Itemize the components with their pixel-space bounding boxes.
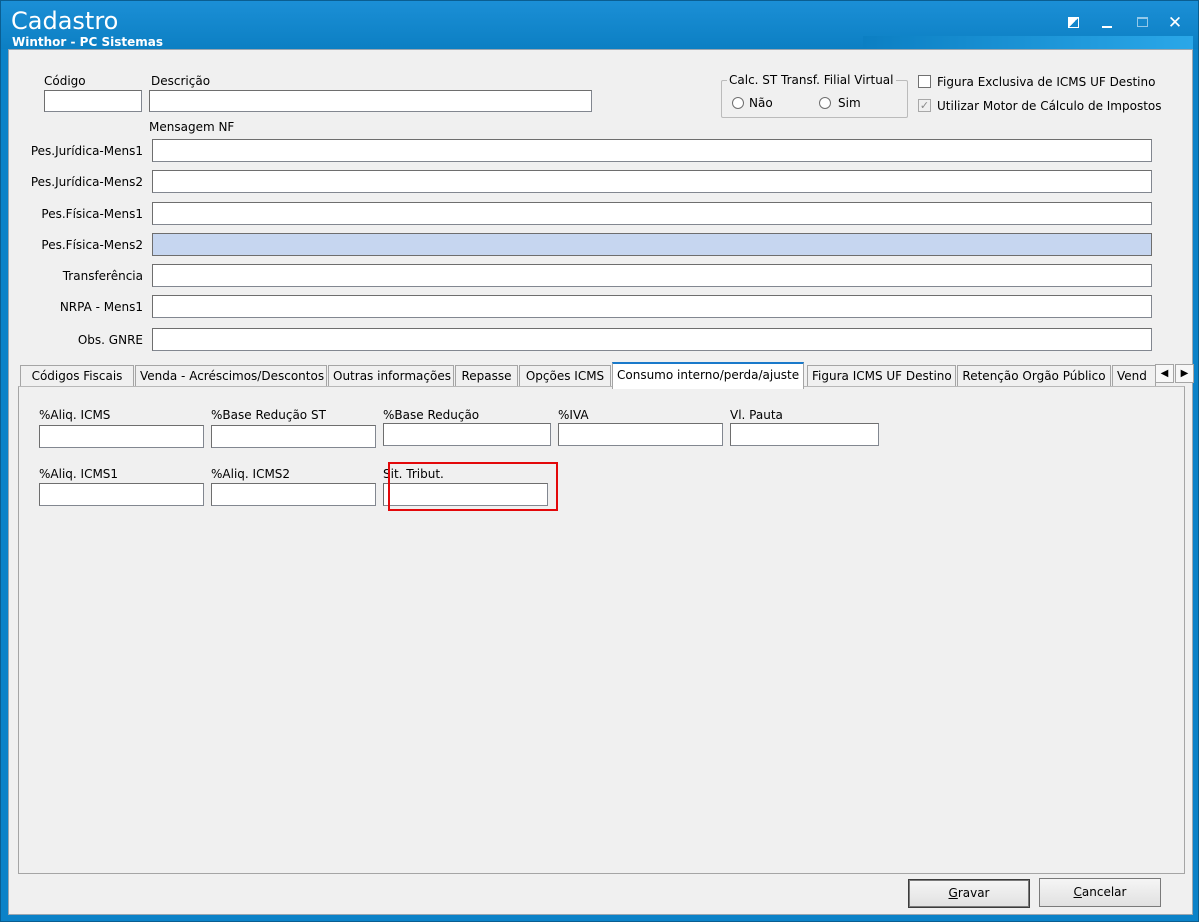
- iva-input[interactable]: [558, 423, 723, 446]
- tab-scroll-left-button[interactable]: ◀: [1155, 364, 1174, 383]
- tab-opcoes-icms[interactable]: Opções ICMS: [519, 365, 611, 388]
- gravar-button[interactable]: Gravar: [908, 879, 1030, 908]
- maximize-icon: [1137, 17, 1148, 27]
- aliq-icms1-input[interactable]: [39, 483, 204, 506]
- transferencia-label: Transferência: [62, 269, 143, 283]
- pf-mens2-input[interactable]: [152, 233, 1152, 256]
- base-reducao-st-label: %Base Redução ST: [211, 408, 326, 422]
- pf-mens2-label: Pes.Física-Mens2: [41, 238, 143, 252]
- aliq-icms-label: %Aliq. ICMS: [39, 408, 111, 422]
- minimize-button[interactable]: [1101, 15, 1117, 31]
- aliq-icms1-label: %Aliq. ICMS1: [39, 467, 119, 481]
- descricao-label: Descrição: [151, 74, 211, 88]
- utilizar-motor-label: Utilizar Motor de Cálculo de Impostos: [937, 99, 1162, 113]
- pj-mens2-label: Pes.Jurídica-Mens2: [30, 175, 143, 189]
- maximize-button[interactable]: [1136, 15, 1152, 31]
- iva-label: %IVA: [558, 408, 589, 422]
- figura-exclusiva-label: Figura Exclusiva de ICMS UF Destino: [937, 75, 1156, 89]
- utilizar-motor-checkbox[interactable]: ✓: [918, 99, 931, 112]
- title-bar[interactable]: Cadastro Winthor - PC Sistemas ✕: [1, 1, 1198, 49]
- vl-pauta-label: Vl. Pauta: [730, 408, 783, 422]
- base-reducao-label: %Base Redução: [383, 408, 480, 422]
- aliq-icms2-label: %Aliq. ICMS2: [211, 467, 291, 481]
- sit-tribut-input[interactable]: [383, 483, 548, 506]
- window-subtitle: Winthor - PC Sistemas: [12, 35, 163, 49]
- codigo-label: Código: [44, 74, 86, 88]
- pj-mens1-input[interactable]: [152, 139, 1152, 162]
- restore-icon: [1068, 17, 1079, 28]
- radio-sim-label: Sim: [838, 96, 861, 110]
- cancelar-label: ancelar: [1081, 885, 1127, 899]
- aliq-icms-input[interactable]: [39, 425, 204, 448]
- minimize-icon: [1102, 26, 1112, 28]
- checkmark-icon: ✓: [919, 99, 930, 112]
- obs-gnre-input[interactable]: [152, 328, 1152, 351]
- transferencia-input[interactable]: [152, 264, 1152, 287]
- cancelar-mnemonic: C: [1073, 885, 1082, 899]
- aliq-icms2-input[interactable]: [211, 483, 376, 506]
- mensagem-nf-label: Mensagem NF: [149, 120, 235, 134]
- nrpa-mens1-label: NRPA - Mens1: [59, 300, 143, 314]
- gravar-label: ravar: [957, 886, 990, 900]
- codigo-input[interactable]: [44, 90, 142, 112]
- vl-pauta-input[interactable]: [730, 423, 879, 446]
- radio-nao-label: Não: [749, 96, 773, 110]
- app-window: Cadastro Winthor - PC Sistemas ✕ Código …: [0, 0, 1199, 922]
- radio-sim[interactable]: [819, 97, 831, 109]
- close-button[interactable]: ✕: [1167, 13, 1183, 33]
- pf-mens1-input[interactable]: [152, 202, 1152, 225]
- arrow-left-icon: ◀: [1160, 368, 1169, 379]
- obs-gnre-label: Obs. GNRE: [77, 333, 143, 347]
- close-icon: ✕: [1167, 13, 1183, 33]
- radio-nao[interactable]: [732, 97, 744, 109]
- tab-scroll-right-button[interactable]: ▶: [1175, 364, 1194, 383]
- window-title: Cadastro: [11, 7, 119, 35]
- consumo-interno-panel: %Aliq. ICMS %Base Redução ST %Base Reduç…: [18, 386, 1185, 874]
- tab-vend[interactable]: Vend: [1112, 365, 1156, 388]
- tab-retencao-orgao-publico[interactable]: Retenção Orgão Público: [957, 365, 1111, 388]
- pf-mens1-label: Pes.Física-Mens1: [41, 207, 143, 221]
- tab-strip: Códigos Fiscais Venda - Acréscimos/Desco…: [18, 361, 1194, 389]
- tab-repasse[interactable]: Repasse: [455, 365, 518, 388]
- base-reducao-input[interactable]: [383, 423, 551, 446]
- base-reducao-st-input[interactable]: [211, 425, 376, 448]
- title-accent-bar: [863, 36, 1193, 49]
- tab-venda-acrescimos[interactable]: Venda - Acréscimos/Descontos: [135, 365, 327, 388]
- calc-st-legend: Calc. ST Transf. Filial Virtual: [727, 73, 896, 87]
- tab-codigos-fiscais[interactable]: Códigos Fiscais: [20, 365, 134, 388]
- pj-mens1-label: Pes.Jurídica-Mens1: [30, 144, 143, 158]
- tab-figura-icms-uf-destino[interactable]: Figura ICMS UF Destino: [807, 365, 956, 388]
- restore-button[interactable]: [1066, 15, 1082, 31]
- calc-st-groupbox: Calc. ST Transf. Filial Virtual Não Sim: [721, 73, 908, 118]
- pj-mens2-input[interactable]: [152, 170, 1152, 193]
- figura-exclusiva-checkbox[interactable]: [918, 75, 931, 88]
- descricao-input[interactable]: [149, 90, 592, 112]
- tab-consumo-interno[interactable]: Consumo interno/perda/ajuste: [612, 362, 804, 389]
- nrpa-mens1-input[interactable]: [152, 295, 1152, 318]
- gravar-mnemonic: G: [948, 886, 958, 900]
- tab-outras-informacoes[interactable]: Outras informações: [328, 365, 454, 388]
- arrow-right-icon: ▶: [1180, 368, 1189, 379]
- sit-tribut-label: Sit. Tribut.: [383, 467, 444, 481]
- cancelar-button[interactable]: Cancelar: [1039, 878, 1161, 907]
- form-client-area: Código Descrição Calc. ST Transf. Filial…: [8, 49, 1194, 915]
